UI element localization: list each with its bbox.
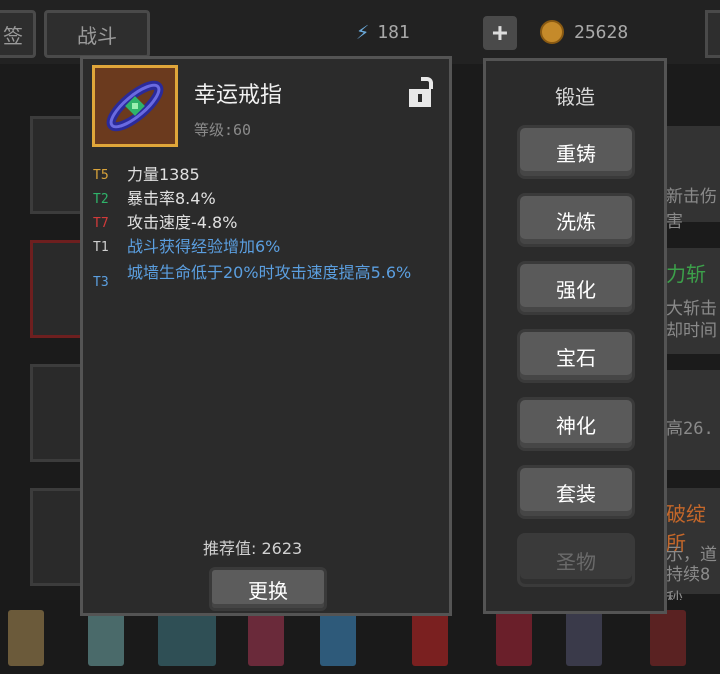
ring-icon (92, 65, 178, 147)
stat-row: T5 力量1385 (93, 165, 427, 184)
tier-badge: T5 (93, 168, 109, 183)
gold-counter: 25628 (540, 20, 628, 44)
tab-battle[interactable]: 战斗 (44, 10, 150, 58)
top-bar: 签 战斗 ⚡ 181 + 25628 (0, 0, 720, 64)
skill-text: 新击伤害 (666, 187, 717, 232)
relic-button[interactable]: 圣物 (517, 533, 635, 587)
tab-partial-label: 签 (3, 23, 23, 48)
item-level: 等级:60 (194, 121, 252, 139)
hero-portrait[interactable] (650, 610, 686, 666)
refine-button[interactable]: 洗炼 (517, 193, 635, 247)
forge-title: 锻造 (555, 85, 595, 109)
stat-text: 力量1385 (127, 165, 200, 184)
gem-label: 宝石 (556, 345, 596, 370)
stat-row: T2 暴击率8.4% (93, 189, 427, 208)
gold-value: 25628 (574, 21, 629, 43)
hero-portrait[interactable] (566, 610, 602, 666)
lightning-icon: ⚡ (356, 20, 370, 45)
recast-button[interactable]: 重铸 (517, 125, 635, 179)
skill-text: 却时间 (666, 321, 717, 341)
unlock-icon[interactable] (407, 75, 435, 109)
recommend-value: 推荐值: 2623 (203, 539, 303, 558)
tier-badge: T3 (93, 275, 109, 290)
skill-text: 高26. (666, 419, 714, 439)
hero-portrait[interactable] (248, 610, 284, 666)
tab-partial[interactable]: 签 (0, 10, 36, 58)
tier-badge: T7 (93, 216, 109, 231)
tier-badge: T1 (93, 240, 109, 255)
stat-text: 攻击速度-4.8% (127, 213, 238, 232)
hero-portrait[interactable] (8, 610, 44, 666)
top-right-button[interactable] (705, 10, 720, 58)
add-currency-button[interactable]: + (483, 16, 517, 50)
hero-portrait[interactable] (320, 610, 356, 666)
relic-label: 圣物 (556, 549, 596, 574)
hero-portrait[interactable] (496, 610, 532, 666)
forge-panel: 锻造 重铸 洗炼 强化 宝石 神化 套装 圣物 (483, 58, 667, 614)
energy-value: 181 (377, 22, 410, 43)
deify-button[interactable]: 神化 (517, 397, 635, 451)
set-button[interactable]: 套装 (517, 465, 635, 519)
stat-text: 城墙生命低于20%时攻击速度提高5.6% (127, 263, 412, 282)
deify-label: 神化 (556, 413, 596, 438)
recast-label: 重铸 (556, 141, 596, 166)
tier-badge: T2 (93, 192, 109, 207)
hero-portrait[interactable] (412, 610, 448, 666)
stat-row: T3 城墙生命低于20%时攻击速度提高5.6% (93, 263, 417, 290)
gem-button[interactable]: 宝石 (517, 329, 635, 383)
stat-row: T1 战斗获得经验增加6% (93, 237, 427, 256)
enhance-label: 强化 (556, 277, 596, 302)
stat-row: T7 攻击速度-4.8% (93, 213, 427, 232)
swap-button-label: 更换 (248, 578, 288, 603)
skill-title: 力斩 (666, 262, 706, 286)
stat-text: 战斗获得经验增加6% (127, 237, 281, 256)
stat-text: 暴击率8.4% (127, 189, 216, 208)
plus-icon: + (492, 18, 508, 48)
energy-counter: ⚡ 181 (356, 20, 410, 45)
item-detail-panel: 幸运戒指 等级:60 T5 力量1385 T2 暴击率8.4% T7 攻击速度-… (80, 56, 452, 616)
hero-portrait[interactable] (88, 610, 124, 666)
hero-portrait-selected[interactable] (158, 610, 216, 666)
enhance-button[interactable]: 强化 (517, 261, 635, 315)
tab-battle-label: 战斗 (77, 23, 117, 48)
item-name: 幸运戒指 (194, 83, 283, 108)
coin-icon (540, 20, 564, 44)
refine-label: 洗炼 (556, 209, 596, 234)
swap-button[interactable]: 更换 (209, 567, 327, 611)
set-label: 套装 (556, 481, 596, 506)
